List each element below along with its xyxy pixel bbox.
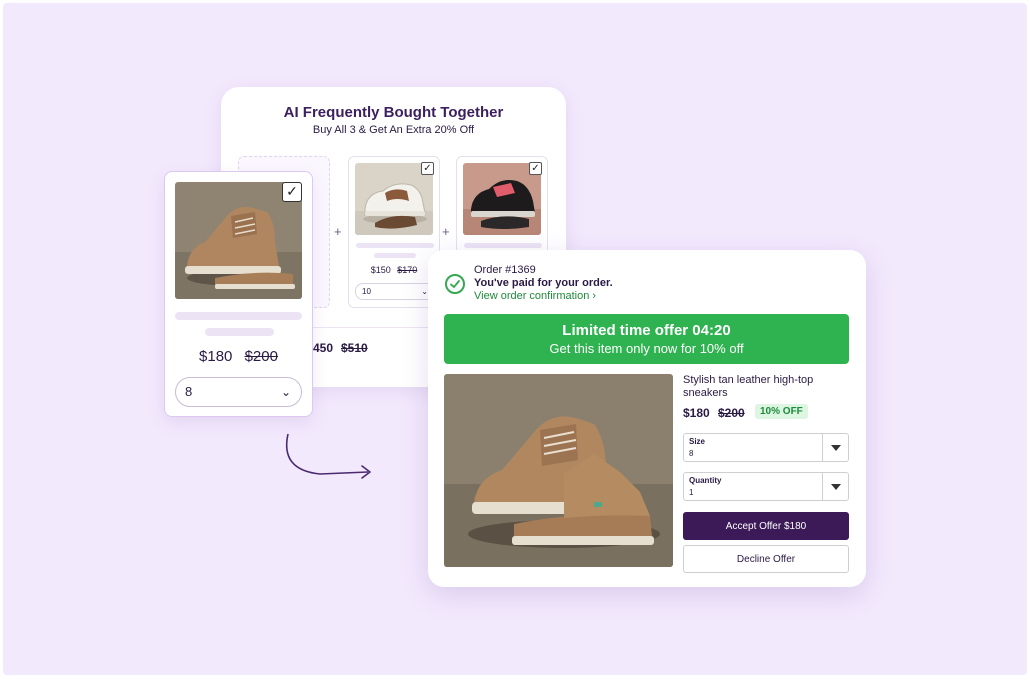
chevron-down-icon: ⌄ (280, 385, 291, 399)
post-purchase-offer-card: Order #1369 You've paid for your order. … (428, 250, 866, 587)
placeholder-bar (464, 243, 542, 248)
size-select[interactable]: 8 ⌄ (175, 377, 302, 407)
chevron-down-icon: ⌄ (421, 287, 428, 296)
quantity-select[interactable]: Quantity 1 (683, 472, 849, 501)
price: $150 (370, 265, 391, 275)
checkbox-check-icon[interactable]: ✓ (421, 162, 434, 175)
size-value: 8 (689, 449, 694, 458)
original-price: $200 (244, 348, 278, 365)
view-order-confirmation-link[interactable]: View order confirmation › (474, 290, 596, 302)
plus-icon: + (442, 224, 450, 239)
offer-timer: Limited time offer 04:20 (562, 322, 731, 339)
select-divider (822, 434, 823, 461)
quantity-value: 1 (689, 488, 694, 497)
tan-suede-high-top-image (444, 374, 673, 567)
quantity-label: Quantity (689, 476, 722, 485)
size-label: Size (689, 437, 706, 446)
decline-offer-button[interactable]: Decline Offer (683, 545, 849, 573)
plus-icon: + (334, 224, 342, 239)
accept-offer-button[interactable]: Accept Offer $180 (683, 512, 849, 540)
dropdown-caret-icon (831, 445, 841, 451)
offer-description: Get this item only now for 10% off (549, 341, 744, 356)
placeholder-bar (205, 328, 274, 336)
offer-original-price: $200 (718, 406, 745, 420)
fbt-item-2[interactable]: ✓ $150 $170 10 ⌄ (348, 156, 440, 308)
fbt-subtitle: Buy All 3 & Get An Extra 20% Off (312, 124, 475, 136)
fbt-size-select[interactable]: 10 ⌄ (355, 283, 435, 300)
offer-product-name: Stylish tan leather high-top sneakers (683, 374, 814, 399)
offer-price: $180 (683, 406, 710, 420)
placeholder-bar (374, 253, 416, 258)
size-select[interactable]: Size 8 (683, 433, 849, 462)
size-value: 8 (185, 384, 193, 399)
dropdown-caret-icon (831, 484, 841, 490)
fbt-title: AI Frequently Bought Together (283, 104, 504, 121)
size-value: 10 (362, 287, 371, 296)
placeholder-bar (356, 243, 434, 248)
checkbox-check-icon[interactable]: ✓ (529, 162, 542, 175)
limited-offer-banner: Limited time offer 04:20 Get this item o… (444, 314, 849, 364)
discount-badge: 10% OFF (755, 404, 808, 419)
price: $180 (199, 348, 233, 365)
order-number: Order #1369 (474, 264, 536, 276)
total-original-price: $510 (341, 341, 368, 355)
checkbox-check-icon[interactable]: ✓ (282, 182, 302, 202)
product-card[interactable]: ✓ $180 $200 8 ⌄ (164, 171, 313, 417)
original-price: $170 (397, 265, 418, 275)
check-circle-icon (445, 274, 465, 294)
total-price: 450 (313, 341, 334, 355)
placeholder-bar (175, 312, 302, 320)
fbt-item-price: $150 $170 (349, 265, 439, 275)
curved-arrow-icon (280, 430, 380, 486)
payment-confirmation: You've paid for your order. (474, 277, 613, 289)
select-divider (822, 473, 823, 500)
product-price-row: $180 $200 (165, 348, 312, 365)
